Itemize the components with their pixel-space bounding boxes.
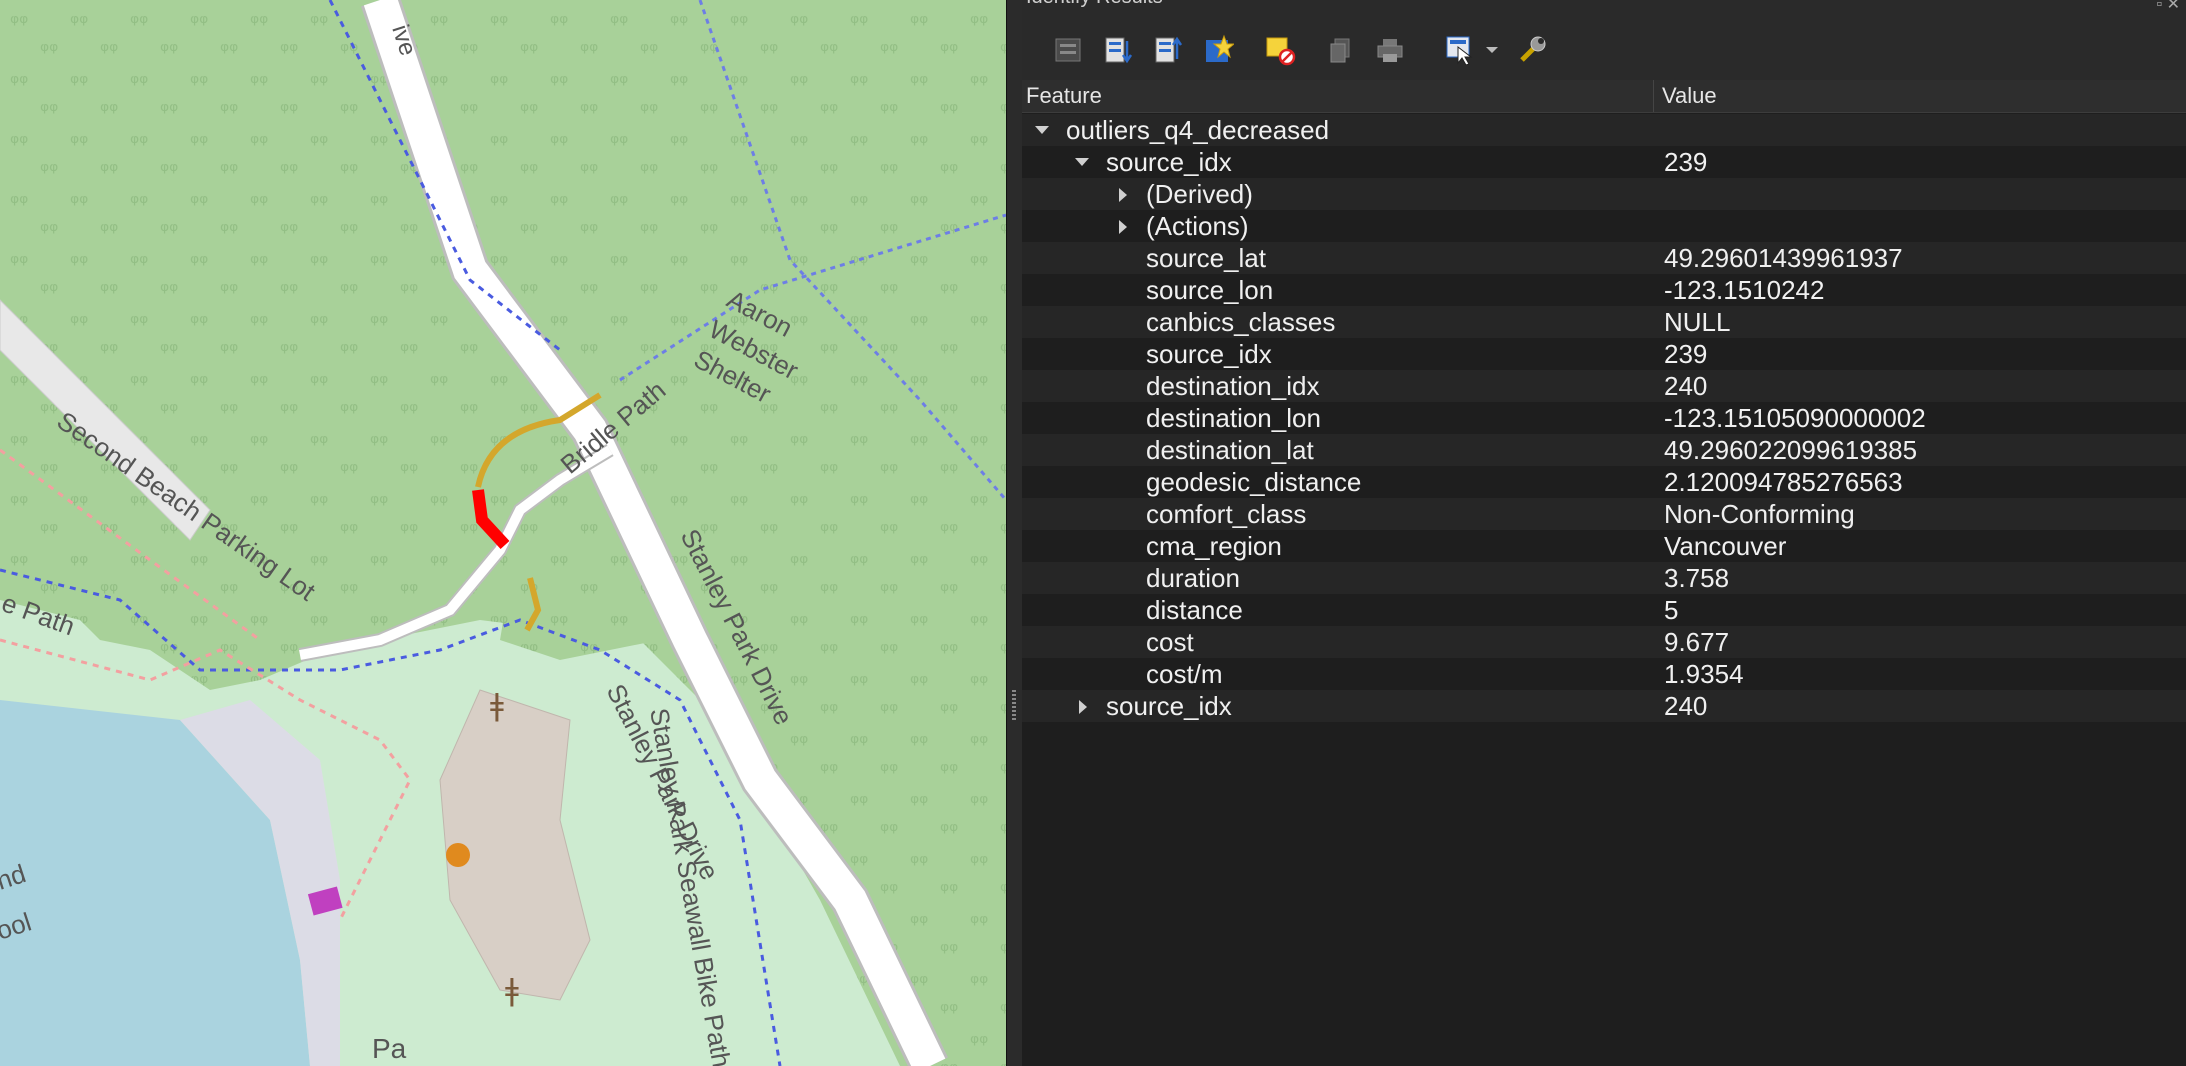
chevron-down-icon[interactable] [1034,114,1050,146]
panel-window-buttons[interactable]: ▫ ✕ [2156,0,2180,14]
feature-key: source_idx [1106,147,1232,177]
map-label-pa: Pa [372,1033,407,1064]
poi-picnic-icon: ǂ [490,688,504,723]
attribute-value: 240 [1664,371,1708,401]
attribute-key: source_lat [1146,243,1266,273]
attribute-row[interactable]: distance 5 [1022,594,2186,626]
attribute-key: geodesic_distance [1146,467,1362,497]
layer-row[interactable]: outliers_q4_decreased [1022,114,2186,146]
attribute-value: 49.29601439961937 [1664,243,1903,273]
value-column-header[interactable]: Value [1662,83,1717,109]
attribute-value: 5 [1664,595,1679,625]
feature-row[interactable]: source_idx 240 [1022,690,2186,722]
attribute-value: Vancouver [1664,531,1787,561]
attribute-key: cost [1146,627,1194,657]
attribute-value: NULL [1664,307,1731,337]
attribute-row[interactable]: geodesic_distance 2.120094785276563 [1022,466,2186,498]
attribute-row[interactable]: destination_lon -123.15105090000002 [1022,402,2186,434]
attribute-row[interactable]: destination_lat 49.296022099619385 [1022,434,2186,466]
attribute-key: destination_lat [1146,435,1314,465]
attribute-value: -123.1510242 [1664,275,1825,305]
copy-icon[interactable] [1322,32,1358,68]
map-svg: ᵠᵠ ᵠᵠ ive [0,0,1006,1066]
attribute-value: 3.758 [1664,563,1730,593]
feature-key: source_idx [1106,691,1232,721]
clear-selection-icon[interactable] [1262,32,1298,68]
collapse-all-icon[interactable] [1150,32,1186,68]
expand-tree-icon[interactable] [1050,32,1086,68]
derived-row[interactable]: (Derived) [1022,178,2186,210]
attribute-row[interactable]: cost/m 1.9354 [1022,658,2186,690]
attribute-row[interactable]: cost 9.677 [1022,626,2186,658]
panel-splitter[interactable] [1006,0,1023,1066]
attribute-key: source_lon [1146,275,1274,305]
attribute-value: 49.296022099619385 [1664,435,1918,465]
attribute-row[interactable]: cma_region Vancouver [1022,530,2186,562]
derived-label: (Derived) [1146,179,1253,209]
poi-food-icon [446,843,470,867]
actions-label: (Actions) [1146,211,1249,241]
feature-row[interactable]: source_idx 239 [1022,146,2186,178]
attribute-key: distance [1146,595,1243,625]
identify-results-panel: Identify Results ▫ ✕ [1022,0,2186,1066]
settings-wrench-icon[interactable] [1514,32,1550,68]
expand-all-icon[interactable] [1100,32,1136,68]
chevron-right-icon[interactable] [1116,210,1132,242]
feature-column-header[interactable]: Feature [1026,83,1102,109]
layer-name: outliers_q4_decreased [1066,115,1330,145]
attribute-value: 1.9354 [1664,659,1744,689]
attribute-value: -123.15105090000002 [1664,403,1926,433]
attribute-value: 2.120094785276563 [1664,467,1903,497]
attribute-row[interactable]: source_lon -123.1510242 [1022,274,2186,306]
highlight-features-icon[interactable] [1200,32,1236,68]
attribute-row[interactable]: source_lat 49.29601439961937 [1022,242,2186,274]
attribute-key: comfort_class [1146,499,1307,529]
attribute-key: canbics_classes [1146,307,1336,337]
chevron-right-icon[interactable] [1116,178,1132,210]
actions-row[interactable]: (Actions) [1022,210,2186,242]
attribute-row[interactable]: destination_idx 240 [1022,370,2186,402]
map-canvas[interactable]: ᵠᵠ ᵠᵠ ive [0,0,1006,1066]
chevron-down-icon[interactable] [1474,32,1510,68]
poi-picnic-icon-2: ǂ [505,973,519,1008]
panel-title: Identify Results [1026,0,1163,9]
identify-mode-icon[interactable] [1442,32,1478,68]
attribute-value: 9.677 [1664,627,1730,657]
results-tree-table: Feature Value outliers_q4_decreased sour… [1022,80,2186,1066]
attribute-value: 239 [1664,339,1708,369]
attribute-row[interactable]: source_idx 239 [1022,338,2186,370]
attribute-key: duration [1146,563,1240,593]
identify-toolbar [1022,20,2186,76]
attribute-row[interactable]: comfort_class Non-Conforming [1022,498,2186,530]
chevron-down-icon[interactable] [1074,146,1090,178]
table-header: Feature Value [1022,80,2186,113]
attribute-key: cost/m [1146,659,1223,689]
attribute-value: Non-Conforming [1664,499,1855,529]
attribute-row[interactable]: canbics_classes NULL [1022,306,2186,338]
attribute-key: destination_idx [1146,371,1320,401]
attribute-key: cma_region [1146,531,1282,561]
chevron-right-icon[interactable] [1076,690,1092,722]
feature-value: 239 [1664,147,1708,177]
attribute-row[interactable]: duration 3.758 [1022,562,2186,594]
attribute-key: destination_lon [1146,403,1321,433]
attribute-key: source_idx [1146,339,1272,369]
feature-value: 240 [1664,691,1708,721]
print-icon[interactable] [1372,32,1408,68]
